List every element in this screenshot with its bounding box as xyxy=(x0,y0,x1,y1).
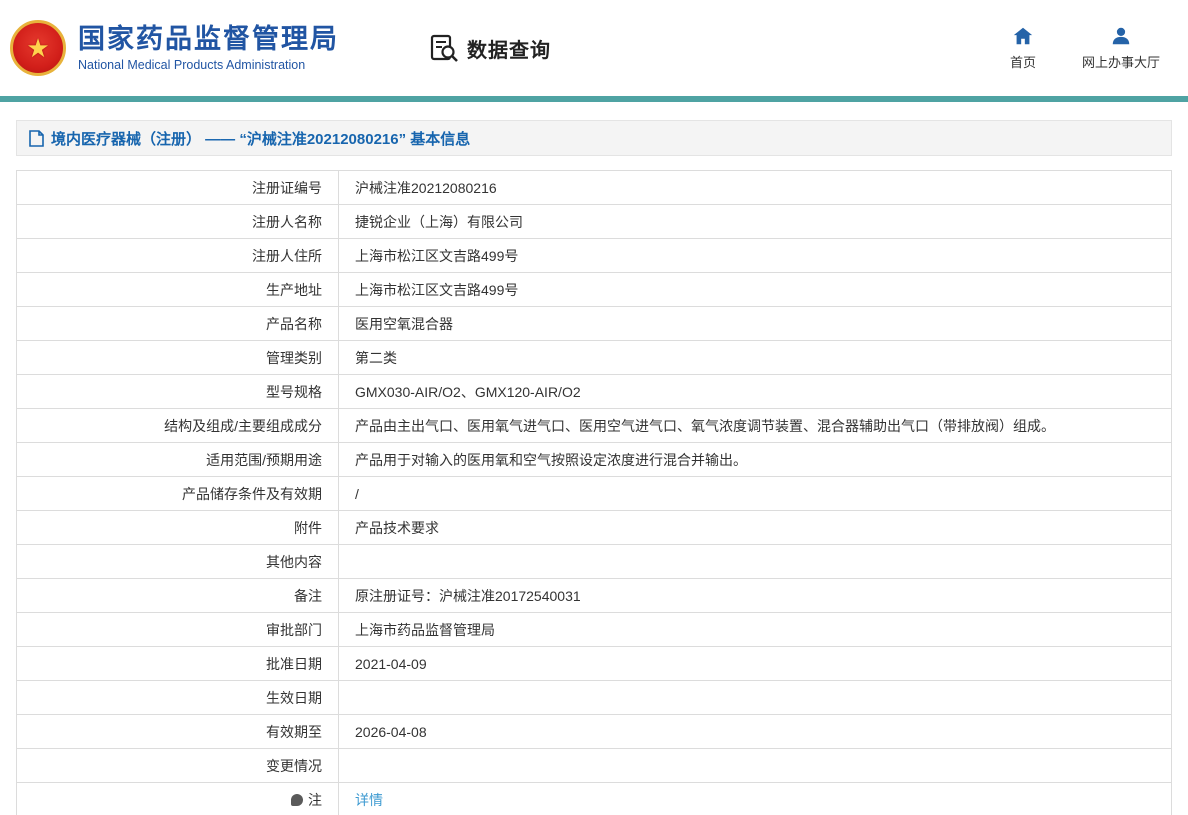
data-query-heading: 数据查询 xyxy=(429,33,551,63)
row-label: 注册证编号 xyxy=(16,170,339,205)
table-row: 生效日期 xyxy=(16,680,1172,715)
row-value: 2026-04-08 xyxy=(338,714,1172,749)
registration-info-table: 注册证编号 沪械注准20212080216 注册人名称 捷锐企业（上海）有限公司 注册人… xyxy=(16,170,1172,815)
row-label: 生产地址 xyxy=(16,272,339,307)
nav-label: 网上办事大厅 xyxy=(1081,55,1160,70)
table-row: 管理类别 第二类 xyxy=(16,340,1172,375)
table-row: 审批部门 上海市药品监督管理局 xyxy=(16,612,1172,647)
row-label: 备注 xyxy=(16,578,339,613)
table-row: 产品名称 医用空氧混合器 xyxy=(16,306,1172,341)
table-row: 注详情 xyxy=(16,782,1172,815)
section-title-bar: 境内医疗器械（注册） —— “沪械注准20212080216” 基本信息 xyxy=(16,120,1172,156)
row-label: 注 xyxy=(16,782,339,815)
teal-divider xyxy=(0,96,1188,102)
row-value xyxy=(338,544,1172,579)
row-value: 上海市松江区文吉路499号 xyxy=(338,238,1172,273)
table-row: 注册人住所 上海市松江区文吉路499号 xyxy=(16,238,1172,273)
row-value: 2021-04-09 xyxy=(338,646,1172,681)
row-label: 注册人住所 xyxy=(16,238,339,273)
table-row: 注册证编号 沪械注准20212080216 xyxy=(16,170,1172,205)
table-row: 变更情况 xyxy=(16,748,1172,783)
row-value: 详情 xyxy=(338,782,1172,815)
top-header: ★ 国家药品监督管理局 National Medical Products Ad… xyxy=(0,0,1188,96)
row-label: 其他内容 xyxy=(16,544,339,579)
row-label: 生效日期 xyxy=(16,680,339,715)
row-label: 适用范围/预期用途 xyxy=(16,442,339,477)
row-value: 产品用于对输入的医用氧和空气按照设定浓度进行混合并输出。 xyxy=(338,442,1172,477)
national-emblem-icon: ★ xyxy=(10,20,66,76)
row-label: 注册人名称 xyxy=(16,204,339,239)
logo-text: 国家药品监督管理局 National Medical Products Admi… xyxy=(78,24,339,72)
row-value: 产品技术要求 xyxy=(338,510,1172,545)
org-name-en: National Medical Products Administration xyxy=(78,58,306,73)
site-logo[interactable]: ★ 国家药品监督管理局 National Medical Products Ad… xyxy=(10,20,339,76)
row-value xyxy=(338,680,1172,715)
row-value: 医用空氧混合器 xyxy=(338,306,1172,341)
user-icon xyxy=(1112,27,1130,45)
row-value: 原注册证号：沪械注准20172540031 xyxy=(338,578,1172,613)
row-label: 产品储存条件及有效期 xyxy=(16,476,339,511)
row-value xyxy=(338,748,1172,783)
table-row: 批准日期 2021-04-09 xyxy=(16,646,1172,681)
row-value: 上海市松江区文吉路499号 xyxy=(338,272,1172,307)
table-row: 生产地址 上海市松江区文吉路499号 xyxy=(16,272,1172,307)
data-query-label: 数据查询 xyxy=(467,39,551,62)
table-row: 附件 产品技术要求 xyxy=(16,510,1172,545)
row-value: GMX030-AIR/O2、GMX120-AIR/O2 xyxy=(338,374,1172,409)
row-label: 批准日期 xyxy=(16,646,339,681)
row-label: 变更情况 xyxy=(16,748,339,783)
row-value: 第二类 xyxy=(338,340,1172,375)
home-icon xyxy=(1013,27,1033,45)
row-label: 型号规格 xyxy=(16,374,339,409)
table-row: 适用范围/预期用途 产品用于对输入的医用氧和空气按照设定浓度进行混合并输出。 xyxy=(16,442,1172,477)
org-name-cn: 国家药品监督管理局 xyxy=(78,23,339,54)
row-value: 上海市药品监督管理局 xyxy=(338,612,1172,647)
row-value: 产品由主出气口、医用氧气进气口、医用空气进气口、氧气浓度调节装置、混合器辅助出气… xyxy=(338,408,1172,443)
star-icon: ★ xyxy=(26,33,50,63)
row-label: 结构及组成/主要组成成分 xyxy=(16,408,339,443)
table-row: 型号规格 GMX030-AIR/O2、GMX120-AIR/O2 xyxy=(16,374,1172,409)
row-label: 有效期至 xyxy=(16,714,339,749)
table-row: 其他内容 xyxy=(16,544,1172,579)
row-label: 附件 xyxy=(16,510,339,545)
row-value: 捷锐企业（上海）有限公司 xyxy=(338,204,1172,239)
row-value: 沪械注准20212080216 xyxy=(338,170,1172,205)
row-label: 管理类别 xyxy=(16,340,339,375)
table-row: 备注 原注册证号：沪械注准20172540031 xyxy=(16,578,1172,613)
page-title: 境内医疗器械（注册） —— “沪械注准20212080216” 基本信息 xyxy=(51,130,471,148)
table-row: 有效期至 2026-04-08 xyxy=(16,714,1172,749)
row-label: 审批部门 xyxy=(16,612,339,647)
row-label: 产品名称 xyxy=(16,306,339,341)
top-nav: 首页 网上办事大厅 xyxy=(1010,25,1160,71)
nav-item-service-hall[interactable]: 网上办事大厅 xyxy=(1082,25,1160,71)
table-row: 产品储存条件及有效期 / xyxy=(16,476,1172,511)
nav-label: 首页 xyxy=(1009,55,1036,70)
document-icon xyxy=(29,129,44,147)
note-icon xyxy=(291,793,303,806)
info-table-body: 注册证编号 沪械注准20212080216 注册人名称 捷锐企业（上海）有限公司 注册人… xyxy=(16,170,1172,815)
table-row: 结构及组成/主要组成成分 产品由主出气口、医用氧气进气口、医用空气进气口、氧气浓度… xyxy=(16,408,1172,443)
data-query-icon xyxy=(430,34,458,62)
table-row: 注册人名称 捷锐企业（上海）有限公司 xyxy=(16,204,1172,239)
detail-link[interactable]: 详情 xyxy=(355,792,383,808)
nav-item-home[interactable]: 首页 xyxy=(1010,25,1036,71)
row-value: / xyxy=(338,476,1172,511)
